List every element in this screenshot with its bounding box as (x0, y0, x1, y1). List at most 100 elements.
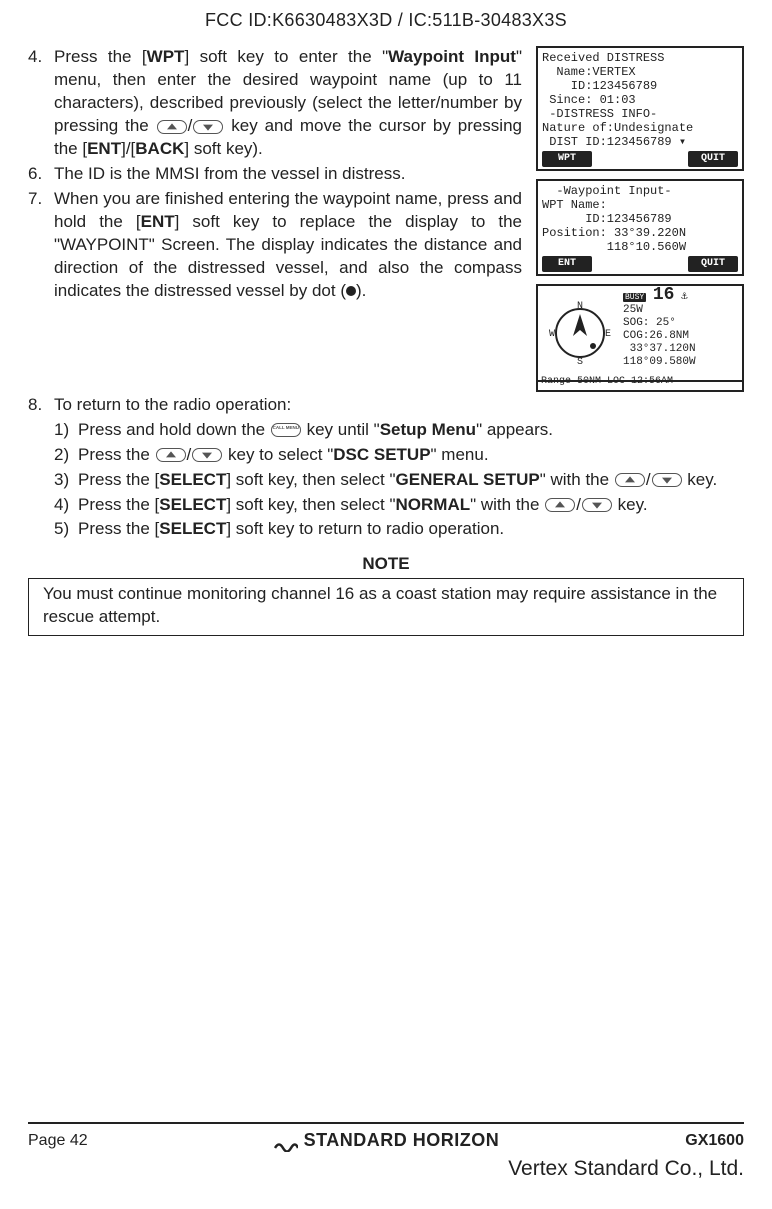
step-body: When you are finished entering the waypo… (54, 188, 522, 303)
substep-number: 1) (54, 419, 78, 442)
note-title: NOTE (28, 553, 744, 576)
menu-name: Setup Menu (380, 420, 476, 439)
brand-text: STANDARD HORIZON (304, 1128, 500, 1152)
text: " menu. (431, 445, 489, 464)
lcd-line: 33°37.120N (623, 343, 696, 355)
lcd-screen-compass: N S W E BUSY 16 ⚓ 25W SOG: 25° COG:26.8N… (536, 284, 744, 382)
instruction-column: 4. Press the [WPT] soft key to enter the… (28, 46, 526, 392)
wpt-key-label: WPT (147, 47, 185, 66)
up-key-icon (615, 473, 645, 487)
menu-name: DSC SETUP (333, 445, 430, 464)
text: " with the (470, 495, 544, 514)
fcc-id-header: FCC ID:K6630483X3D / IC:511B-30483X3S (28, 8, 744, 32)
step-number: 8. (28, 394, 54, 417)
compass-icon: N S W E (547, 300, 613, 366)
substep-5: 5) Press the [SELECT] soft key to return… (54, 518, 744, 541)
lcd-line: Position: 33°39.220N (542, 226, 738, 240)
menu-name: GENERAL SETUP (396, 470, 540, 489)
lcd-screen-waypoint-input: -Waypoint Input- WPT Name: ID:123456789 … (536, 179, 744, 276)
text: ] soft key). (184, 139, 262, 158)
softkey-ent: ENT (542, 256, 592, 272)
menu-name: Waypoint Input (388, 47, 516, 66)
substep-body: Press the [SELECT] soft key, then select… (78, 494, 744, 517)
model-number: GX1600 (685, 1130, 744, 1152)
lcd-line: SOG: 25° (623, 317, 676, 329)
softkey-quit: QUIT (688, 256, 738, 272)
substep-1: 1) Press and hold down the key until "Se… (54, 419, 744, 442)
wave-icon (274, 1134, 298, 1148)
substep-body: Press and hold down the key until "Setup… (78, 419, 744, 442)
substep-2: 2) Press the / key to select "DSC SETUP"… (54, 444, 744, 467)
page-number: Page 42 (28, 1130, 88, 1152)
lcd-line: Name:VERTEX (542, 65, 738, 79)
text: Press the (78, 445, 155, 464)
text: Press the [ (78, 519, 159, 538)
step-body: Press the [WPT] soft key to enter the "W… (54, 46, 522, 161)
substep-number: 2) (54, 444, 78, 467)
text: ). (356, 281, 366, 300)
substep-3: 3) Press the [SELECT] soft key, then sel… (54, 469, 744, 492)
lcd-line: -DISTRESS INFO- (542, 107, 738, 121)
lcd-line: Nature of:Undesignate (542, 121, 738, 135)
text: Press the [ (54, 47, 147, 66)
up-key-icon (545, 498, 575, 512)
step-number: 4. (28, 46, 54, 161)
text: " with the (540, 470, 614, 489)
note-box: You must continue monitoring channel 16 … (28, 578, 744, 636)
screens-column: Received DISTRESS Name:VERTEX ID:1234567… (536, 46, 744, 392)
softkey-wpt: WPT (542, 151, 592, 167)
svg-text:E: E (605, 329, 611, 340)
lcd-line: WPT Name: (542, 198, 738, 212)
dot-icon (346, 286, 356, 296)
down-key-icon (582, 498, 612, 512)
lcd-screen-distress: Received DISTRESS Name:VERTEX ID:1234567… (536, 46, 744, 171)
step-6: 6. The ID is the MMSI from the vessel in… (28, 163, 522, 186)
step-number: 6. (28, 163, 54, 186)
step-body: To return to the radio operation: (54, 394, 744, 417)
step-8: 8. To return to the radio operation: (28, 394, 744, 417)
select-key-label: SELECT (159, 495, 226, 514)
lcd-line: -Waypoint Input- (542, 184, 738, 198)
lcd-line: COG:26.8NM (623, 330, 689, 342)
step-7: 7. When you are finished entering the wa… (28, 188, 522, 303)
substep-number: 4) (54, 494, 78, 517)
up-key-icon (156, 448, 186, 462)
page-footer: Page 42 STANDARD HORIZON GX1600 Vertex S… (28, 1122, 744, 1183)
up-key-icon (157, 120, 187, 134)
text: ] soft key to enter the " (184, 47, 388, 66)
vertex-credit: Vertex Standard Co., Ltd. (28, 1155, 744, 1183)
text: key. (683, 470, 718, 489)
substep-body: Press the [SELECT] soft key to return to… (78, 518, 744, 541)
text: Press the [ (78, 495, 159, 514)
svg-text:S: S (577, 357, 583, 366)
brand-logo: STANDARD HORIZON (274, 1128, 500, 1152)
lcd-line: Since: 01:03 (542, 93, 738, 107)
substep-number: 5) (54, 518, 78, 541)
lcd-line: Received DISTRESS (542, 51, 738, 65)
down-key-icon (652, 473, 682, 487)
text: Press and hold down the (78, 420, 270, 439)
channel-number: 16 (653, 285, 675, 305)
down-key-icon (193, 120, 223, 134)
ent-key-label: ENT (141, 212, 175, 231)
select-key-label: SELECT (159, 470, 226, 489)
lcd-line: 118°09.580W (623, 356, 696, 368)
svg-text:N: N (577, 301, 583, 312)
substep-4: 4) Press the [SELECT] soft key, then sel… (54, 494, 744, 517)
softkey-quit: QUIT (688, 151, 738, 167)
text: key until " (302, 420, 380, 439)
substep-number: 3) (54, 469, 78, 492)
substep-body: Press the [SELECT] soft key, then select… (78, 469, 744, 492)
text: Press the [ (78, 470, 159, 489)
text: ] soft key, then select " (226, 495, 395, 514)
footer-rule (28, 1122, 744, 1124)
text: " appears. (476, 420, 553, 439)
lcd-line: 118°10.560W (542, 240, 738, 254)
select-key-label: SELECT (159, 519, 226, 538)
back-key-label: BACK (135, 139, 184, 158)
step-4: 4. Press the [WPT] soft key to enter the… (28, 46, 522, 161)
text: ] soft key, then select " (226, 470, 395, 489)
text: key to select " (223, 445, 333, 464)
step-number: 7. (28, 188, 54, 303)
busy-badge: BUSY (623, 293, 646, 302)
